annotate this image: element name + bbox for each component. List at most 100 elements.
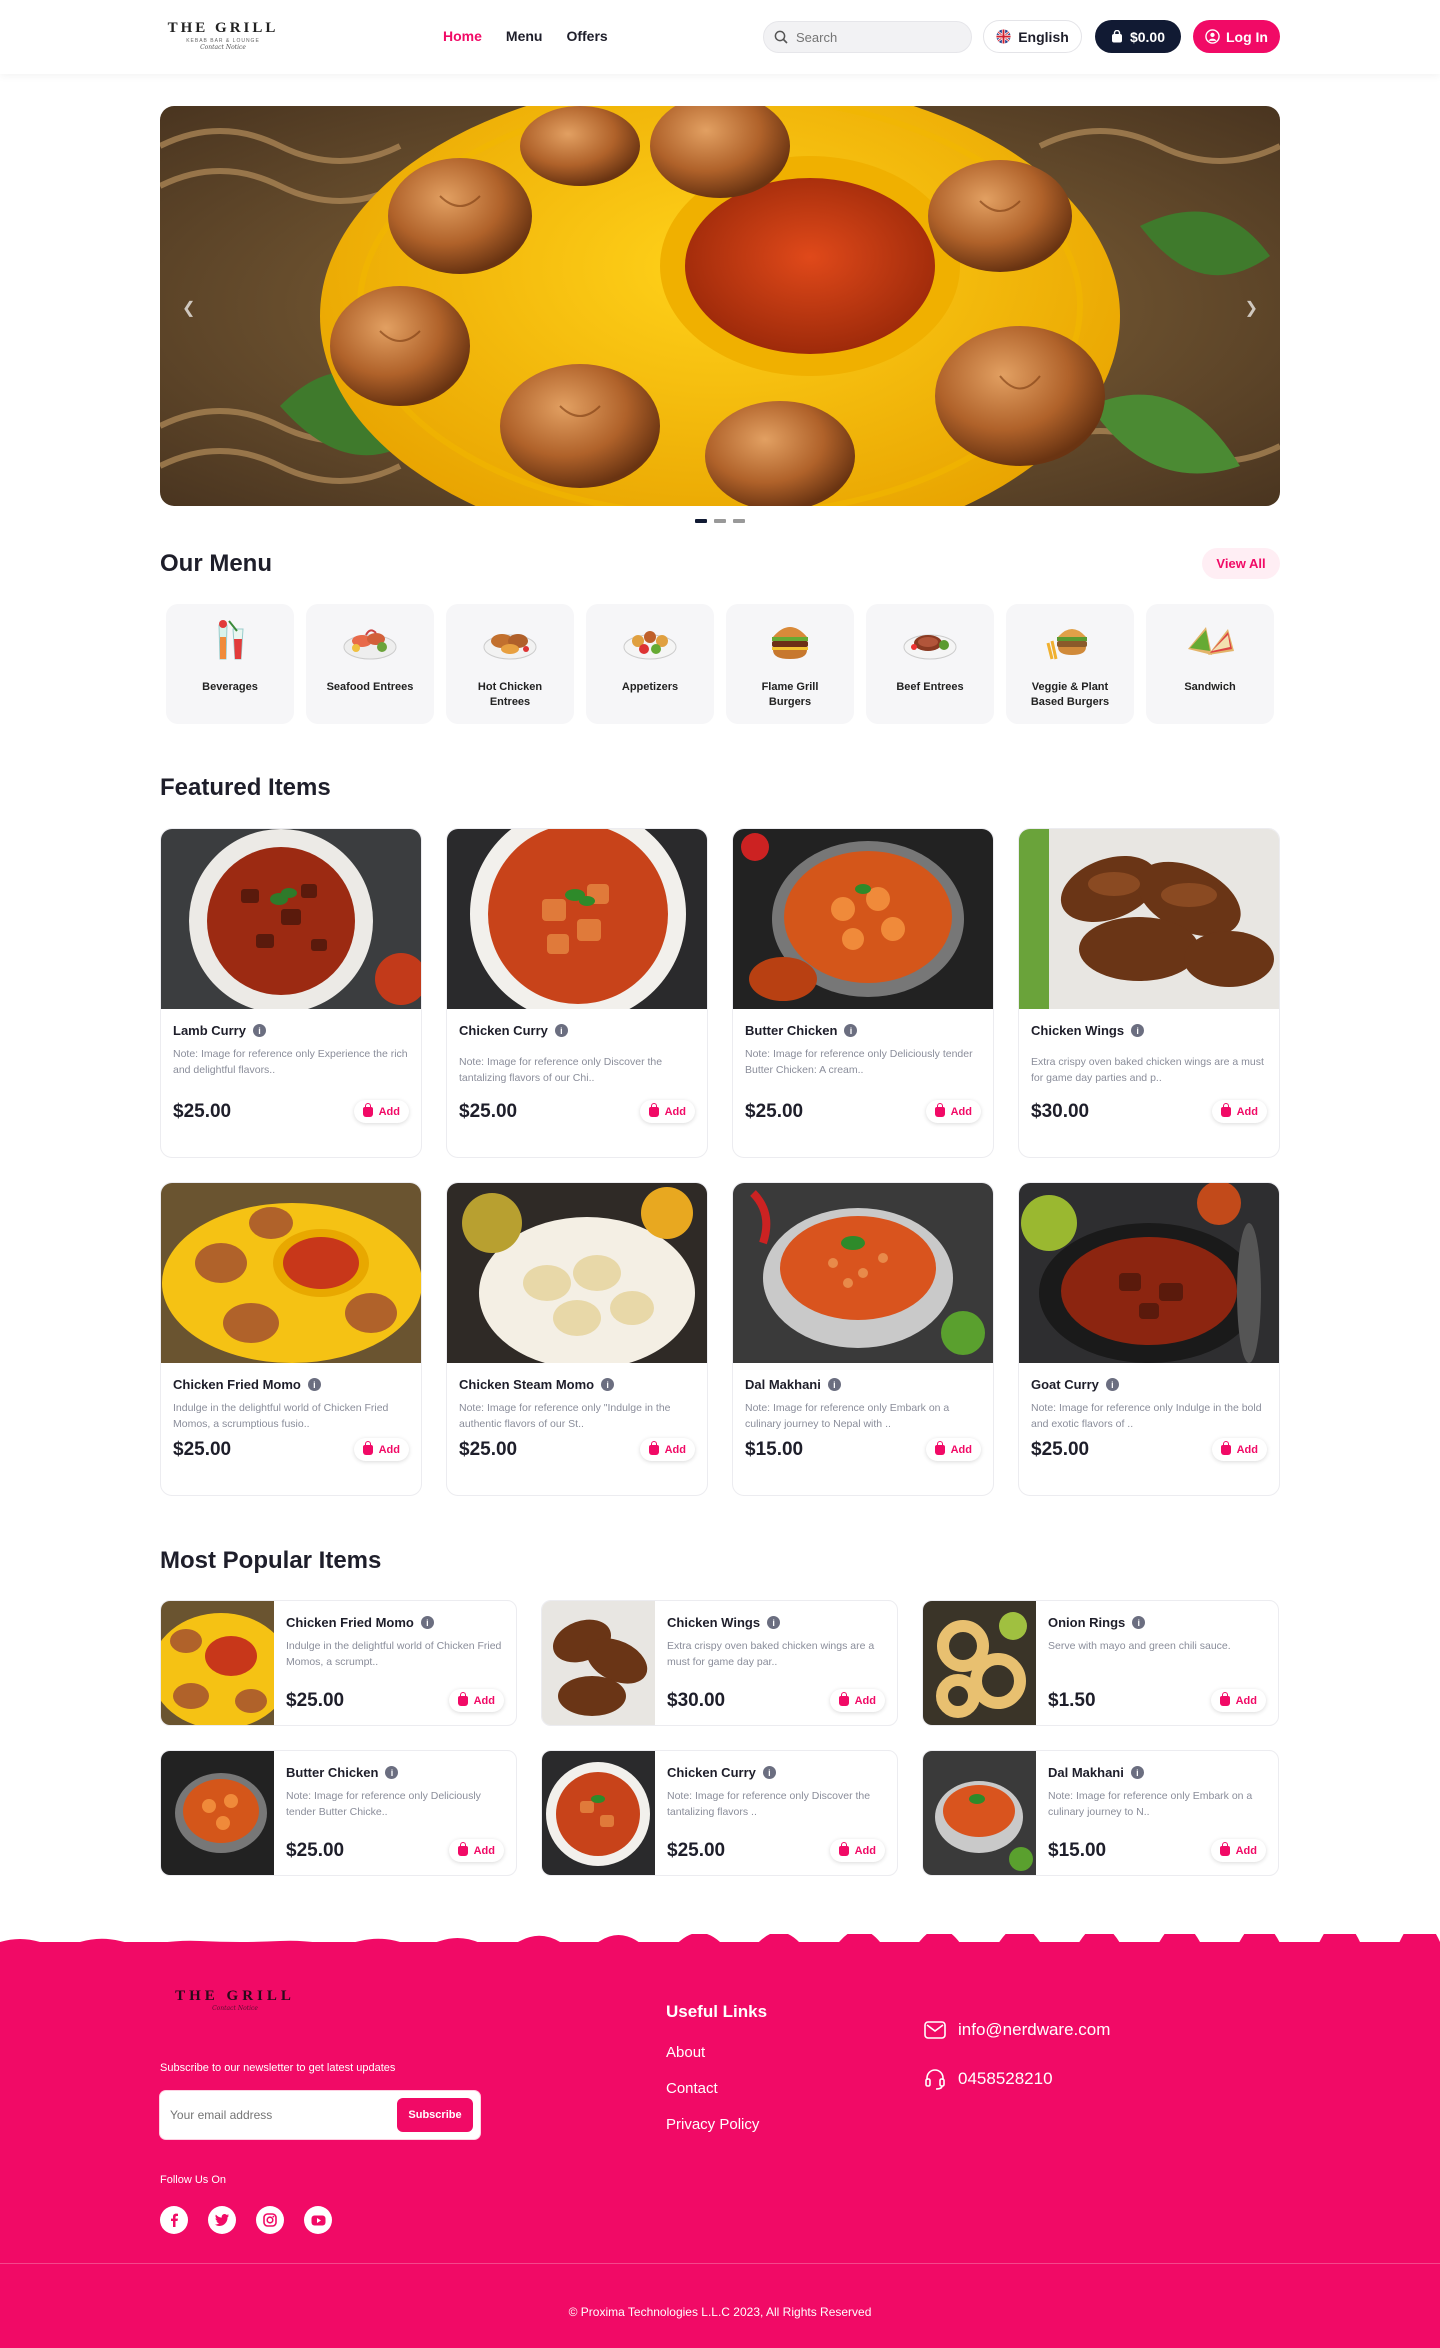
- popular-card[interactable]: Butter Chicken i Note: Image for referenc…: [160, 1750, 517, 1876]
- info-icon[interactable]: i: [827, 1378, 841, 1391]
- info-icon[interactable]: i: [762, 1766, 776, 1779]
- instagram-icon[interactable]: [256, 2206, 284, 2234]
- info-icon[interactable]: i: [767, 1616, 781, 1629]
- add-to-cart-button[interactable]: Add: [1211, 1100, 1267, 1123]
- info-icon[interactable]: i: [385, 1766, 399, 1779]
- item-name: Chicken Wings: [1031, 1023, 1125, 1038]
- featured-card[interactable]: Chicken Steam Momo i Note: Image for refe…: [446, 1182, 708, 1496]
- add-to-cart-button[interactable]: Add: [353, 1100, 409, 1123]
- nav-offers[interactable]: Offers: [566, 28, 607, 44]
- featured-card[interactable]: Chicken Fried Momo i Indulge in the delig…: [160, 1182, 422, 1496]
- info-icon[interactable]: i: [420, 1616, 434, 1629]
- chevron-right-icon[interactable]: ❯: [1245, 298, 1258, 318]
- add-to-cart-button[interactable]: Add: [925, 1438, 981, 1461]
- featured-card[interactable]: Goat Curry i Note: Image for reference on…: [1018, 1182, 1280, 1496]
- search-box[interactable]: [763, 21, 972, 53]
- cart-button[interactable]: $0.00: [1095, 20, 1181, 53]
- add-to-cart-button[interactable]: Add: [925, 1100, 981, 1123]
- useful-links-title: Useful Links: [666, 2002, 768, 2021]
- item-price: $25.00: [459, 1438, 518, 1460]
- category-burgers[interactable]: Flame Grill Burgers: [726, 604, 854, 724]
- info-icon[interactable]: i: [1132, 1616, 1146, 1629]
- shopping-bag-icon: [1219, 1841, 1230, 1856]
- info-icon[interactable]: i: [554, 1024, 568, 1037]
- youtube-icon[interactable]: [304, 2206, 332, 2234]
- popular-card[interactable]: Dal Makhani i Note: Image for reference o…: [922, 1750, 1279, 1876]
- category-hot-chicken[interactable]: Hot Chicken Entrees: [446, 604, 574, 724]
- add-to-cart-button[interactable]: Add: [448, 1839, 504, 1862]
- email-input[interactable]: [164, 2108, 397, 2122]
- carousel-dot[interactable]: [695, 519, 707, 523]
- shopping-bag-icon: [934, 1102, 945, 1117]
- info-icon[interactable]: i: [1131, 1024, 1145, 1037]
- footer-link-about[interactable]: About: [666, 2043, 759, 2063]
- search-input[interactable]: [796, 29, 956, 45]
- footer-logo[interactable]: THE GRILL Contact Notice: [160, 1988, 310, 2012]
- carousel-dot[interactable]: [733, 519, 745, 523]
- info-icon[interactable]: i: [1105, 1378, 1119, 1391]
- chevron-left-icon[interactable]: ❮: [182, 298, 195, 318]
- featured-card[interactable]: Chicken Wings i Extra crispy oven baked c…: [1018, 828, 1280, 1158]
- headset-icon: [925, 2069, 945, 2090]
- info-icon[interactable]: i: [307, 1378, 321, 1391]
- category-appetizers[interactable]: Appetizers: [586, 604, 714, 724]
- item-name: Butter Chicken: [745, 1023, 838, 1038]
- twitter-icon[interactable]: [208, 2206, 236, 2234]
- add-label: Add: [1235, 1844, 1257, 1857]
- add-to-cart-button[interactable]: Add: [448, 1689, 504, 1712]
- contact-email[interactable]: info@nerdware.com: [924, 2020, 1110, 2040]
- burger-icon: [762, 612, 818, 668]
- add-to-cart-button[interactable]: Add: [829, 1689, 885, 1712]
- popular-card[interactable]: Chicken Wings i Extra crispy oven baked c…: [541, 1600, 898, 1726]
- logo[interactable]: THE GRILL KEBAB BAR & LOUNGE Contact Not…: [160, 20, 286, 52]
- add-to-cart-button[interactable]: Add: [639, 1438, 695, 1461]
- item-name: Dal Makhani: [1048, 1765, 1124, 1780]
- category-beverages[interactable]: Beverages: [166, 604, 294, 724]
- nav-menu[interactable]: Menu: [506, 28, 543, 44]
- info-icon[interactable]: i: [1130, 1766, 1144, 1779]
- item-name: Chicken Curry: [667, 1765, 756, 1780]
- shopping-bag-icon: [362, 1102, 373, 1117]
- category-sandwich[interactable]: Sandwich: [1146, 604, 1274, 724]
- add-to-cart-button[interactable]: Add: [353, 1438, 409, 1461]
- contact-phone[interactable]: 0458528210: [924, 2068, 1053, 2090]
- view-all-button[interactable]: View All: [1202, 548, 1280, 579]
- footer-link-privacy[interactable]: Privacy Policy: [666, 2115, 759, 2135]
- popular-card[interactable]: Chicken Curry i Note: Image for reference…: [541, 1750, 898, 1876]
- add-to-cart-button[interactable]: Add: [829, 1839, 885, 1862]
- food-image: [161, 1751, 274, 1875]
- carousel-dot[interactable]: [714, 519, 726, 523]
- info-icon[interactable]: i: [844, 1024, 858, 1037]
- food-image: [1019, 1183, 1279, 1363]
- hero-carousel[interactable]: ❮ ❯: [160, 106, 1280, 506]
- footer-link-contact[interactable]: Contact: [666, 2079, 759, 2099]
- category-seafood[interactable]: Seafood Entrees: [306, 604, 434, 724]
- carousel-dots: [695, 519, 745, 523]
- item-price: $15.00: [745, 1438, 804, 1460]
- featured-card[interactable]: Chicken Curry i Note: Image for reference…: [446, 828, 708, 1158]
- category-veggie-burgers[interactable]: Veggie & Plant Based Burgers: [1006, 604, 1134, 724]
- featured-card[interactable]: Dal Makhani i Note: Image for reference o…: [732, 1182, 994, 1496]
- add-to-cart-button[interactable]: Add: [1210, 1689, 1266, 1712]
- featured-card[interactable]: Butter Chicken i Note: Image for referenc…: [732, 828, 994, 1158]
- language-selector[interactable]: English: [983, 20, 1082, 53]
- featured-card[interactable]: Lamb Curry i Note: Image for reference on…: [160, 828, 422, 1158]
- popular-card[interactable]: Onion Rings i Serve with mayo and green c…: [922, 1600, 1279, 1726]
- popular-card[interactable]: Chicken Fried Momo i Indulge in the delig…: [160, 1600, 517, 1726]
- add-to-cart-button[interactable]: Add: [1210, 1839, 1266, 1862]
- login-button[interactable]: Log In: [1193, 20, 1280, 53]
- add-to-cart-button[interactable]: Add: [639, 1100, 695, 1123]
- item-description: Note: Image for reference only Discover …: [459, 1056, 663, 1084]
- info-icon[interactable]: i: [601, 1378, 615, 1391]
- item-description: Indulge in the delightful world of Chick…: [286, 1640, 502, 1668]
- item-description: Indulge in the delightful world of Chick…: [173, 1402, 389, 1430]
- nav-home[interactable]: Home: [443, 28, 482, 44]
- info-icon[interactable]: i: [252, 1024, 266, 1037]
- category-beef[interactable]: Beef Entrees: [866, 604, 994, 724]
- add-to-cart-button[interactable]: Add: [1211, 1438, 1267, 1461]
- subscribe-button[interactable]: Subscribe: [397, 2098, 473, 2132]
- add-label: Add: [664, 1443, 686, 1456]
- copyright: © Proxima Technologies L.L.C 2023, All R…: [568, 2305, 872, 2319]
- item-description: Note: Image for reference only Experienc…: [173, 1048, 408, 1076]
- facebook-icon[interactable]: [160, 2206, 188, 2234]
